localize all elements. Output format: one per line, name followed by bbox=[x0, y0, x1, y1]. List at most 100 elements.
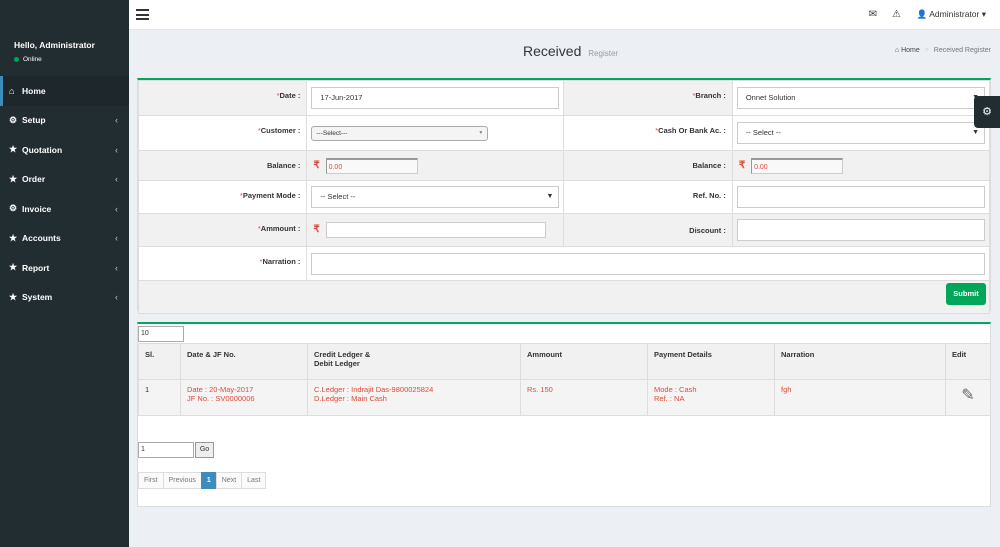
received-list: 10 Sl. Date & JF No. Credit Ledger & Debi… bbox=[137, 322, 991, 507]
row-jf-value: SV0000006 bbox=[215, 394, 255, 403]
customer-select[interactable]: ---Select--- bbox=[311, 125, 489, 141]
breadcrumb: ⌂ Home > Received Register bbox=[895, 47, 991, 54]
sidebar-item-accounts[interactable]: ★ Accounts ‹ bbox=[0, 224, 129, 254]
home-icon: ⌂ bbox=[9, 85, 15, 96]
discount-label: Discount : bbox=[563, 213, 733, 247]
goto-page-input[interactable]: 1 bbox=[138, 442, 194, 458]
sidebar-item-label: Accounts bbox=[22, 233, 61, 244]
user-icon: 👤 bbox=[916, 9, 928, 19]
user-menu[interactable]: 👤 Administrator ▾ bbox=[917, 9, 986, 20]
cash-bank-cell: -- Select -- bbox=[731, 115, 991, 151]
balance-right-cell: ₹ 0.00 bbox=[731, 150, 991, 181]
online-status-label: Online bbox=[23, 56, 42, 63]
sidebar-item-order[interactable]: ★ Order ‹ bbox=[0, 165, 129, 195]
submit-button[interactable]: Submit bbox=[946, 283, 986, 305]
col-narration: Narration bbox=[774, 343, 946, 380]
go-button[interactable]: Go bbox=[195, 442, 214, 458]
date-label-text: Date : bbox=[279, 91, 301, 100]
discount-input[interactable] bbox=[736, 219, 985, 241]
branch-label-text: Branch : bbox=[695, 91, 726, 100]
chevron-left-icon: ‹ bbox=[115, 144, 118, 155]
page-size-input[interactable]: 10 bbox=[138, 326, 184, 342]
row-debit-key: D.Ledger : bbox=[314, 394, 350, 403]
sidebar-item-invoice[interactable]: ⚙ Invoice ‹ bbox=[0, 194, 129, 224]
sidebar-item-label: Setup bbox=[22, 115, 46, 126]
sidebar-item-home[interactable]: ⌂ Home bbox=[0, 76, 129, 106]
balance-label-text: Balance : bbox=[267, 161, 301, 170]
table-row: 1 Date : 20-May-2017 JF No. : SV0000006 … bbox=[138, 379, 991, 416]
rupee-icon: ₹ bbox=[313, 159, 320, 171]
col-sl: Sl. bbox=[138, 343, 181, 380]
warning-icon[interactable]: ⚠ bbox=[892, 9, 901, 20]
cash-bank-select[interactable]: -- Select -- bbox=[736, 122, 985, 144]
sidebar: Hello, Administrator Online ⌂ Home ⚙ Set… bbox=[0, 0, 129, 547]
row-debit-value: Main Cash bbox=[351, 394, 387, 403]
page-title-text: Received bbox=[523, 43, 582, 59]
sidebar-item-report[interactable]: ★ Report ‹ bbox=[0, 253, 129, 283]
pager-first[interactable]: First bbox=[138, 472, 164, 489]
envelope-icon[interactable]: ✉ bbox=[869, 9, 877, 20]
narration-input[interactable] bbox=[311, 252, 985, 275]
payment-mode-cell: -- Select -- bbox=[306, 180, 565, 214]
col-amount: Ammount bbox=[520, 343, 648, 380]
amount-input[interactable] bbox=[325, 222, 546, 238]
chevron-left-icon: ‹ bbox=[115, 262, 118, 273]
col-date-jf: Date & JF No. bbox=[180, 343, 308, 380]
balance-label-text: Balance : bbox=[692, 161, 726, 170]
discount-cell bbox=[731, 213, 991, 247]
payment-mode-select[interactable]: -- Select -- bbox=[311, 186, 560, 208]
amount-label: *Ammount : bbox=[137, 213, 308, 247]
date-input[interactable]: 17-Jun-2017 bbox=[311, 87, 560, 109]
row-sl: 1 bbox=[138, 379, 181, 416]
star-icon: ★ bbox=[9, 144, 18, 155]
row-ref-key: Ref. : bbox=[654, 394, 672, 403]
sidebar-item-setup[interactable]: ⚙ Setup ‹ bbox=[0, 106, 129, 136]
pager-last[interactable]: Last bbox=[241, 472, 267, 489]
pager-next[interactable]: Next bbox=[215, 472, 243, 489]
submit-row bbox=[138, 280, 990, 314]
cash-bank-label: *Cash Or Bank Ac. : bbox=[563, 115, 733, 151]
sidebar-item-label: Home bbox=[22, 85, 46, 96]
col-ledger-line1: Credit Ledger & bbox=[314, 350, 371, 359]
chevron-left-icon: ‹ bbox=[115, 115, 118, 126]
col-ledger-line2: Debit Ledger bbox=[314, 359, 360, 368]
online-status: Online bbox=[14, 56, 129, 63]
ref-no-label: Ref. No. : bbox=[563, 180, 733, 214]
caret-down-icon: ▾ bbox=[981, 9, 986, 19]
received-form: *Date : 17-Jun-2017 *Branch : Onnet Solu… bbox=[137, 78, 991, 314]
row-payment-details: Mode : Cash Ref. : NA bbox=[647, 379, 775, 416]
user-name: Administrator bbox=[929, 9, 980, 19]
edit-pencil-icon[interactable]: ✎ bbox=[961, 387, 974, 404]
cogs-icon: ⚙ bbox=[9, 114, 18, 125]
payment-mode-label-text: Payment Mode : bbox=[242, 191, 301, 200]
settings-gear-icon[interactable]: ⚙ bbox=[974, 96, 1000, 128]
sidebar-item-label: System bbox=[22, 292, 53, 303]
row-credit-value: Indrajit Das-9800025824 bbox=[351, 385, 434, 394]
pager-current[interactable]: 1 bbox=[200, 472, 217, 489]
top-navbar: ✉ ⚠ 👤 Administrator ▾ bbox=[129, 0, 1000, 30]
narration-cell bbox=[306, 246, 990, 281]
sidebar-item-system[interactable]: ★ System ‹ bbox=[0, 283, 129, 313]
star-icon: ★ bbox=[9, 173, 18, 184]
sidebar-menu: ⌂ Home ⚙ Setup ‹ ★ Quotation ‹ ★ Order ‹… bbox=[0, 76, 129, 312]
row-jf-key: JF No. : bbox=[187, 394, 214, 403]
branch-select[interactable]: Onnet Solution bbox=[736, 87, 985, 109]
pager-previous[interactable]: Previous bbox=[162, 472, 202, 489]
user-greeting: Hello, Administrator bbox=[14, 40, 95, 50]
customer-label: *Customer : bbox=[137, 115, 308, 151]
cogs-icon: ⚙ bbox=[9, 203, 18, 214]
sidebar-item-label: Order bbox=[22, 174, 46, 185]
payment-mode-label: *Payment Mode : bbox=[137, 180, 308, 214]
breadcrumb-current: Received Register bbox=[933, 47, 991, 54]
row-edit-cell: ✎ bbox=[945, 379, 991, 416]
amount-label-text: Ammount : bbox=[260, 224, 301, 233]
breadcrumb-home[interactable]: Home bbox=[901, 47, 920, 54]
chevron-left-icon: ‹ bbox=[115, 233, 118, 244]
menu-toggle-icon[interactable] bbox=[136, 9, 149, 23]
ref-no-input[interactable] bbox=[736, 186, 985, 208]
goto-page: 1 Go bbox=[138, 442, 214, 458]
row-mode-key: Mode : bbox=[654, 385, 677, 394]
sidebar-item-quotation[interactable]: ★ Quotation ‹ bbox=[0, 135, 129, 165]
breadcrumb-separator: > bbox=[924, 47, 929, 54]
customer-label-text: Customer : bbox=[260, 126, 301, 135]
